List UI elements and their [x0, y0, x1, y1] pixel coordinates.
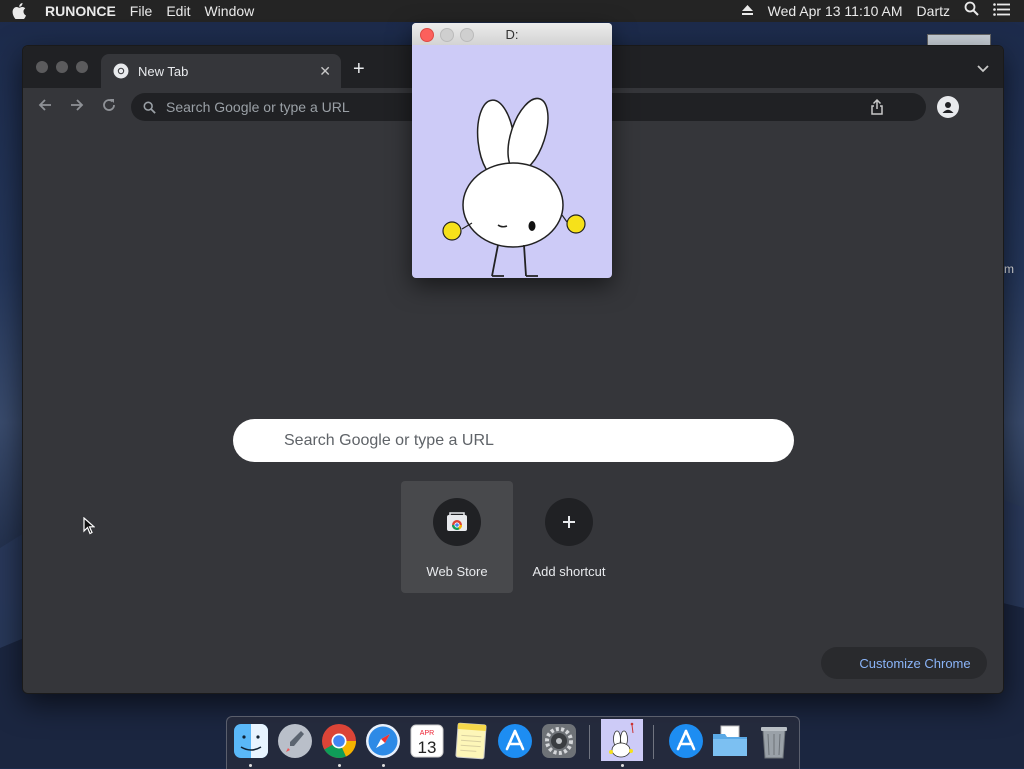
omnibox-placeholder: Search Google or type a URL	[166, 99, 350, 115]
notes-icon[interactable]	[452, 722, 490, 760]
search-box-placeholder: Search Google or type a URL	[284, 431, 494, 449]
shortcut-add[interactable]: Add shortcut	[513, 481, 625, 593]
bunny-window-minimize-button	[440, 28, 454, 42]
customize-chrome-button[interactable]: Customize Chrome	[821, 647, 987, 679]
tab-new-tab[interactable]: New Tab ✕	[101, 54, 341, 88]
forward-arrow-icon[interactable]	[69, 97, 85, 113]
chrome-app-icon[interactable]	[320, 722, 358, 760]
finder-icon[interactable]	[232, 722, 270, 760]
reload-icon[interactable]	[101, 97, 117, 113]
customize-chrome-label: Customize Chrome	[859, 655, 971, 671]
dock: APR 13	[226, 716, 800, 769]
calendar-day-label: 13	[418, 738, 437, 757]
launchpad-icon[interactable]	[276, 722, 314, 760]
chrome-favicon-icon	[113, 63, 129, 79]
window-close-button[interactable]	[36, 61, 48, 73]
bunny-character-icon	[442, 97, 586, 277]
bunny-app-icon[interactable]	[601, 719, 643, 761]
mouse-cursor-icon	[83, 517, 95, 535]
system-preferences-icon[interactable]	[540, 722, 578, 760]
tab-title: New Tab	[138, 63, 189, 79]
running-indicator	[382, 764, 385, 767]
search-icon	[143, 101, 156, 114]
web-store-icon	[433, 498, 481, 546]
bunny-window: D:	[412, 23, 612, 278]
safari-icon[interactable]	[364, 722, 402, 760]
calendar-month-label: APR	[420, 730, 434, 737]
menu-bar: RUNONCE File Edit Window Wed Apr 13 11:1…	[0, 0, 1024, 22]
tab-close-icon[interactable]: ✕	[319, 63, 331, 80]
window-minimize-button[interactable]	[56, 61, 68, 73]
share-icon[interactable]	[870, 99, 884, 115]
google-search-box[interactable]: Search Google or type a URL	[233, 419, 794, 462]
desktop-edge-text: m	[1004, 262, 1014, 276]
new-tab-button[interactable]: +	[353, 59, 365, 79]
tab-search-chevron-icon[interactable]	[977, 60, 989, 78]
window-zoom-button[interactable]	[76, 61, 88, 73]
shortcut-label: Add shortcut	[532, 564, 606, 579]
dock-separator	[589, 725, 590, 759]
trash-icon[interactable]	[755, 722, 793, 760]
running-indicator	[338, 764, 341, 767]
shortcut-web-store[interactable]: Web Store	[401, 481, 513, 593]
shortcut-label: Web Store	[426, 564, 488, 579]
calendar-icon[interactable]: APR 13	[408, 722, 446, 760]
eject-icon[interactable]	[734, 0, 761, 22]
bunny-window-zoom-button	[460, 28, 474, 42]
app-store-folder-icon[interactable]	[667, 722, 705, 760]
spotlight-search-icon[interactable]	[957, 0, 986, 22]
running-indicator	[249, 764, 252, 767]
apple-menu-icon[interactable]	[0, 3, 38, 19]
app-store-icon[interactable]	[496, 722, 534, 760]
bunny-window-close-button[interactable]	[420, 28, 434, 42]
menu-edit[interactable]: Edit	[159, 0, 197, 22]
dock-separator	[653, 725, 654, 759]
menu-window[interactable]: Window	[197, 0, 261, 22]
menu-file[interactable]: File	[123, 0, 160, 22]
menu-user[interactable]: Dartz	[910, 0, 957, 22]
bunny-window-titlebar[interactable]: D:	[412, 23, 612, 45]
back-arrow-icon[interactable]	[37, 97, 53, 113]
plus-icon	[545, 498, 593, 546]
notification-center-icon[interactable]	[986, 0, 1024, 22]
menu-clock[interactable]: Wed Apr 13 11:10 AM	[761, 0, 910, 22]
downloads-folder-icon[interactable]	[711, 722, 749, 760]
running-indicator	[621, 764, 624, 767]
profile-avatar-icon[interactable]	[937, 96, 959, 118]
app-name-menu[interactable]: RUNONCE	[38, 0, 123, 22]
